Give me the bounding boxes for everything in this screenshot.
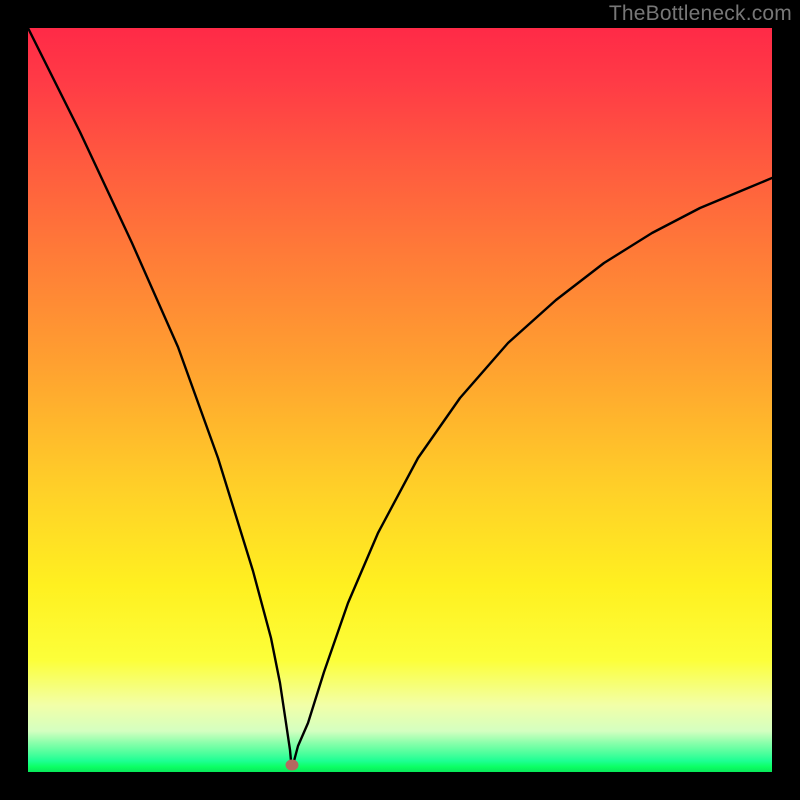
optimum-marker (286, 760, 299, 771)
bottleneck-curve (28, 28, 772, 763)
watermark-text: TheBottleneck.com (609, 2, 792, 26)
plot-area (28, 28, 772, 772)
chart-frame: TheBottleneck.com (0, 0, 800, 800)
curve-layer (28, 28, 772, 772)
